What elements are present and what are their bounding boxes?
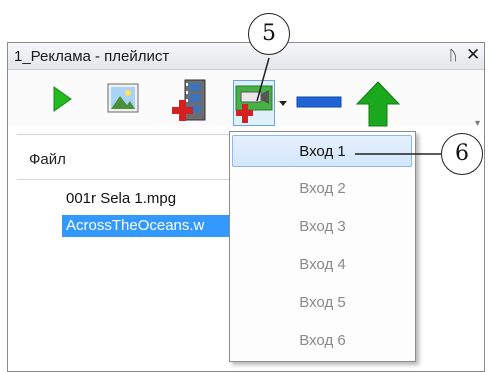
callout-lines (256, 57, 441, 155)
callout-5: 5 (248, 13, 290, 55)
callout-6: 6 (441, 133, 483, 175)
callout-5-leader (256, 57, 270, 102)
